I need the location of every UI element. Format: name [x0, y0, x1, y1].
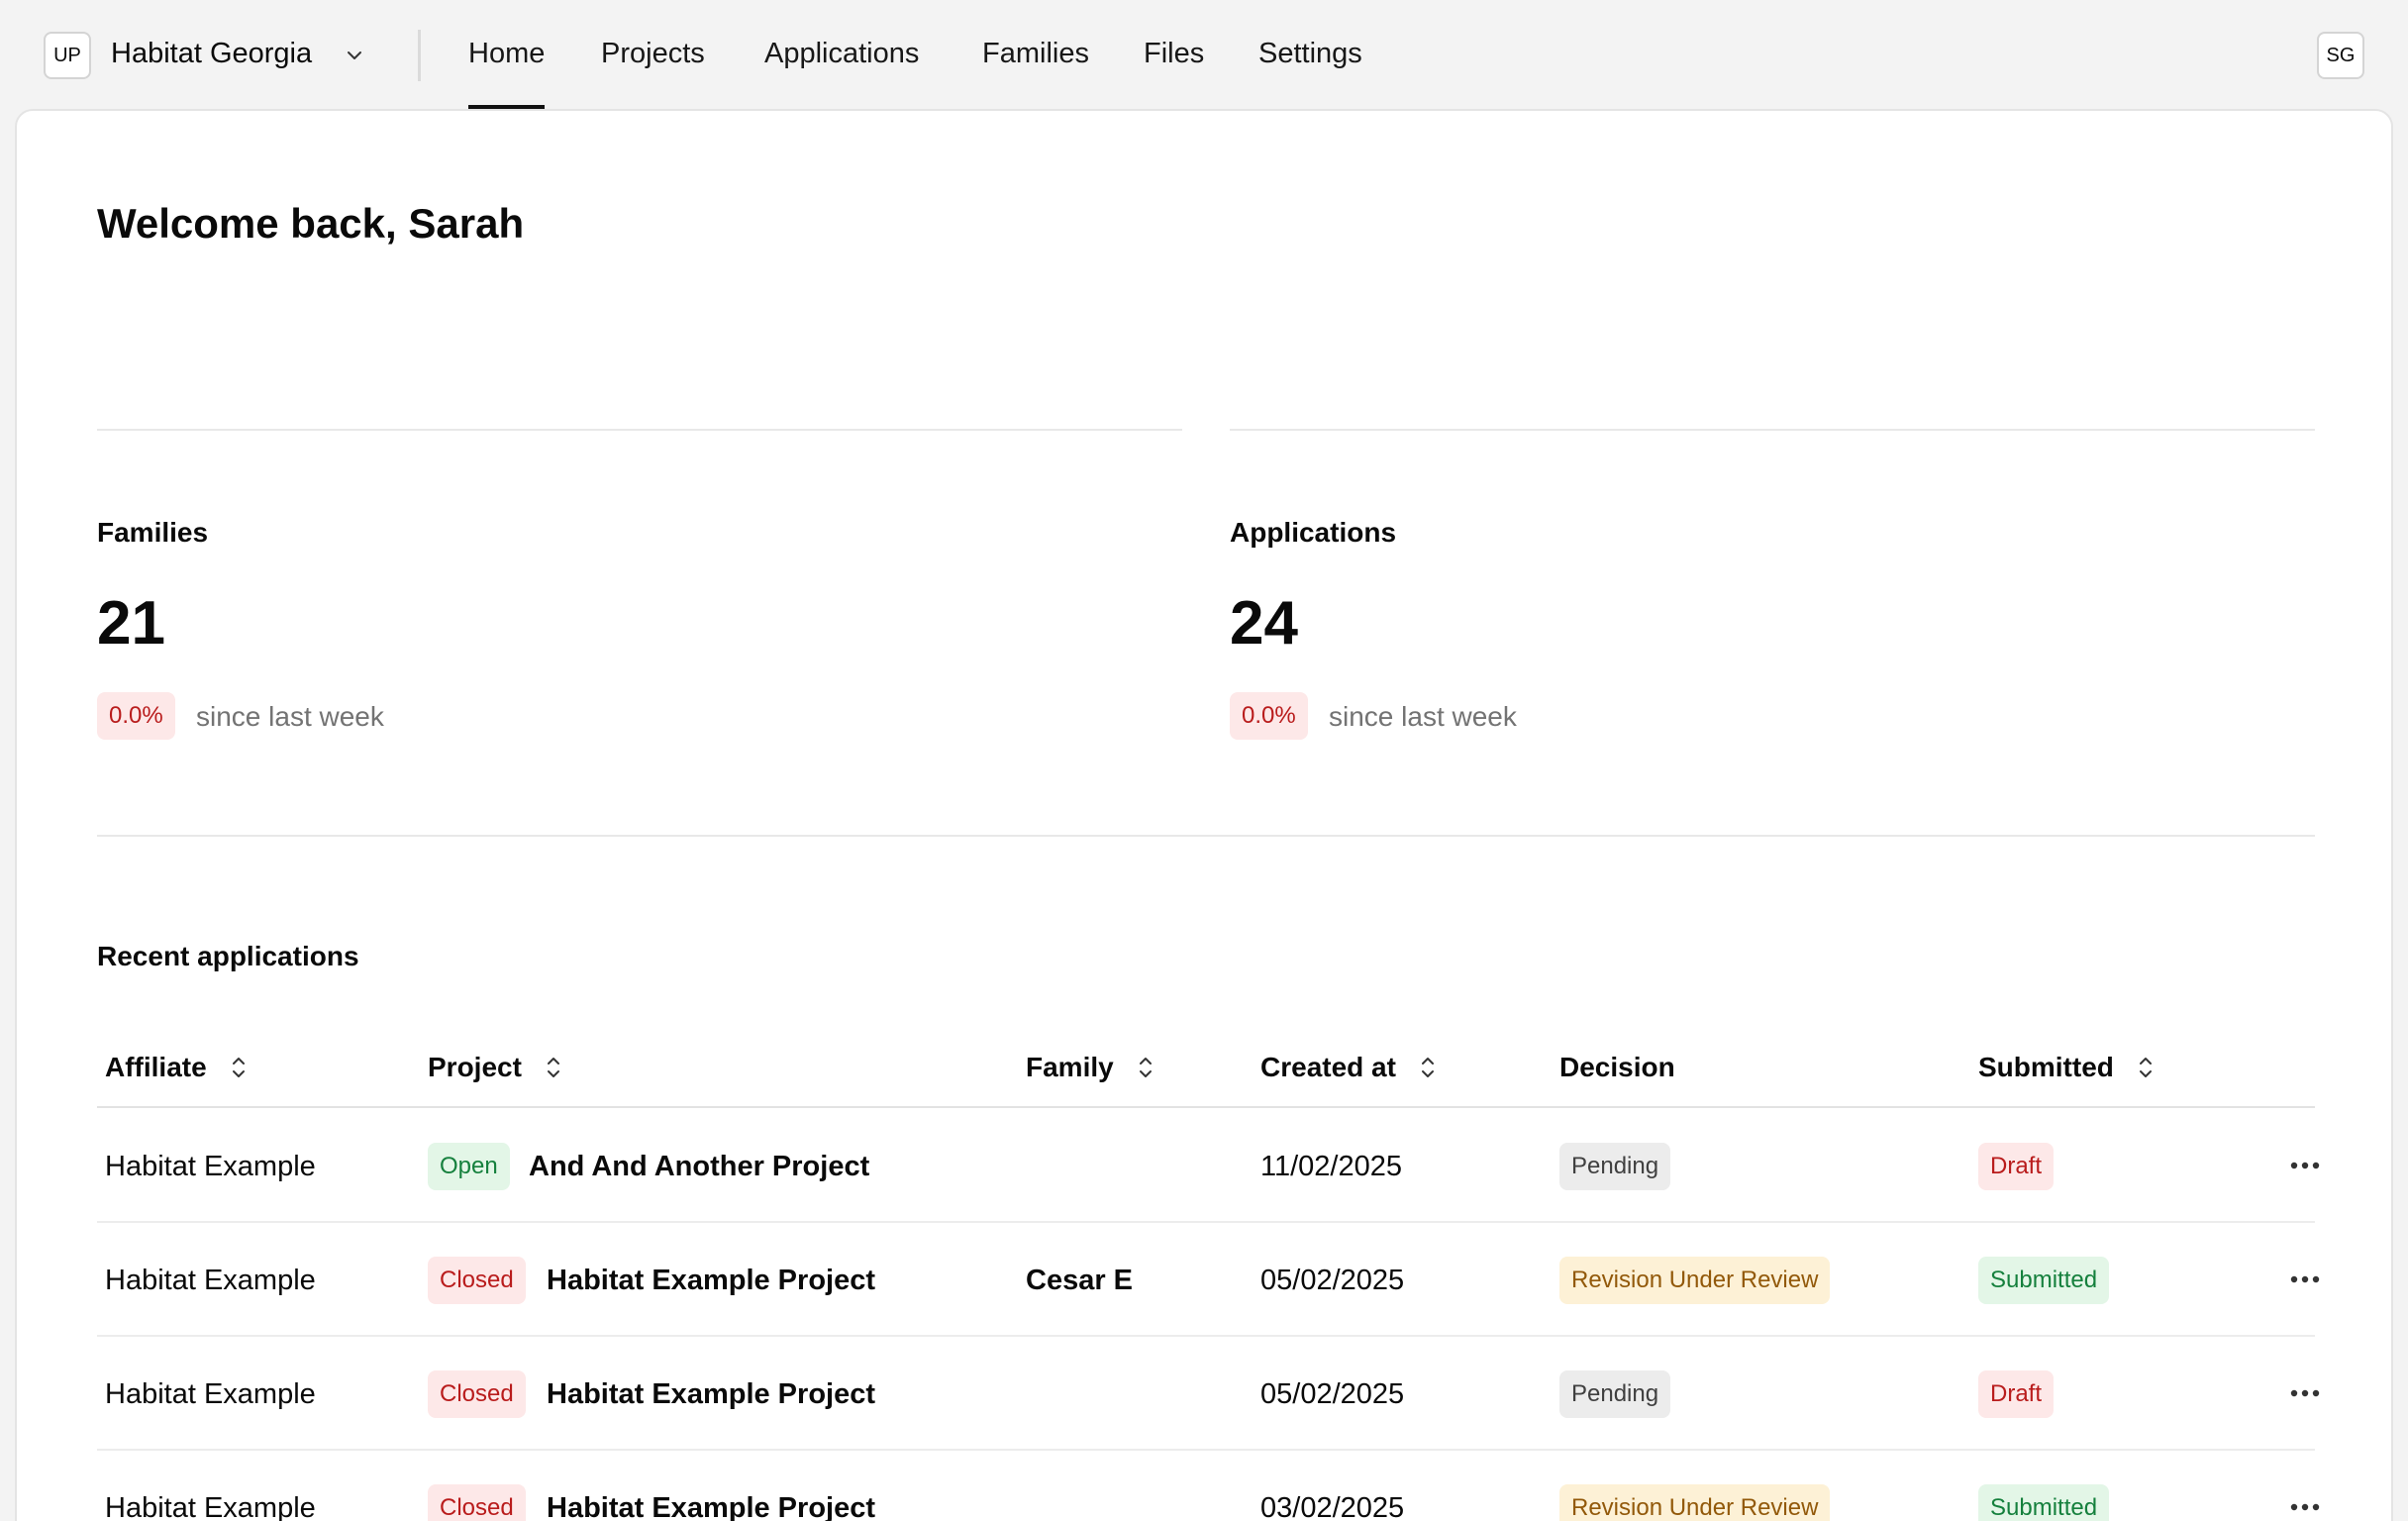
more-actions-icon[interactable] — [2288, 1490, 2322, 1521]
nav-home[interactable]: Home — [468, 38, 546, 109]
project-link[interactable]: Habitat Example Project — [547, 1265, 875, 1297]
nav-files[interactable]: Files — [1144, 38, 1204, 70]
table-row[interactable]: Habitat Example Closed Habitat Example Pro… — [97, 1223, 2320, 1337]
column-header-label: Project — [428, 1052, 522, 1082]
nav-applications[interactable]: Applications — [764, 38, 919, 70]
submitted-badge: Submitted — [1978, 1257, 2110, 1304]
column-header-affiliate[interactable]: Affiliate — [105, 1052, 249, 1083]
created-at-cell: 03/02/2025 — [1260, 1492, 1405, 1521]
column-header-label: Decision — [1559, 1052, 1675, 1082]
column-header-label: Family — [1026, 1052, 1114, 1082]
affiliate-cell: Habitat Example — [105, 1378, 316, 1410]
project-link[interactable]: Habitat Example Project — [547, 1378, 875, 1411]
table-header-divider — [97, 1106, 2315, 1108]
sort-icon[interactable] — [544, 1054, 563, 1081]
table-row[interactable]: Habitat Example Closed Habitat Example Pro… — [97, 1337, 2320, 1451]
column-header-decision: Decision — [1559, 1052, 1675, 1083]
created-at-cell: 05/02/2025 — [1260, 1265, 1405, 1296]
stat-families-caption: since last week — [196, 701, 384, 732]
project-link[interactable]: And And Another Project — [529, 1151, 869, 1183]
decision-badge: Pending — [1559, 1143, 1671, 1190]
divider — [97, 429, 1182, 431]
column-header-project[interactable]: Project — [428, 1052, 563, 1083]
nav-projects[interactable]: Projects — [601, 38, 705, 70]
affiliate-cell: Habitat Example — [105, 1151, 316, 1182]
submitted-badge: Draft — [1978, 1143, 2055, 1190]
table-row[interactable]: Habitat Example Open And And Another Proje… — [97, 1109, 2320, 1223]
column-header-label: Created at — [1260, 1052, 1396, 1082]
stat-families-value: 21 — [97, 589, 165, 658]
created-at-cell: 11/02/2025 — [1260, 1151, 1402, 1182]
decision-badge: Pending — [1559, 1370, 1671, 1418]
chevron-down-icon[interactable] — [343, 44, 366, 67]
sort-icon[interactable] — [1418, 1054, 1438, 1081]
more-actions-icon[interactable] — [2288, 1263, 2322, 1296]
submitted-badge: Draft — [1978, 1370, 2055, 1418]
org-switcher-label[interactable]: Habitat Georgia — [111, 38, 312, 70]
project-status-badge: Open — [428, 1143, 510, 1190]
stat-families-change-badge: 0.0% — [97, 692, 175, 740]
affiliate-cell: Habitat Example — [105, 1265, 316, 1296]
stat-applications-change-badge: 0.0% — [1230, 692, 1308, 740]
stat-families-label: Families — [97, 517, 209, 548]
stat-applications-caption: since last week — [1329, 701, 1517, 732]
recent-applications-title: Recent applications — [97, 941, 359, 971]
stat-applications-label: Applications — [1230, 517, 1397, 548]
table-row[interactable]: Habitat Example Closed Habitat Example Pro… — [97, 1451, 2320, 1521]
column-header-label: Affiliate — [105, 1052, 207, 1082]
top-bar: UP Habitat Georgia Home Projects Applica… — [0, 0, 2408, 109]
nav-settings[interactable]: Settings — [1258, 38, 1362, 70]
created-at-cell: 05/02/2025 — [1260, 1378, 1405, 1410]
header-divider — [418, 30, 421, 81]
project-status-badge: Closed — [428, 1484, 526, 1521]
sort-icon[interactable] — [1136, 1054, 1155, 1081]
family-cell: Cesar E — [1026, 1265, 1134, 1296]
column-header-label: Submitted — [1978, 1052, 2114, 1082]
divider — [97, 835, 2315, 837]
project-status-badge: Closed — [428, 1370, 526, 1418]
submitted-badge: Submitted — [1978, 1484, 2110, 1521]
column-header-submitted[interactable]: Submitted — [1978, 1052, 2156, 1083]
column-header-family[interactable]: Family — [1026, 1052, 1155, 1083]
decision-badge: Revision Under Review — [1559, 1257, 1831, 1304]
more-actions-icon[interactable] — [2288, 1149, 2322, 1182]
more-actions-icon[interactable] — [2288, 1376, 2322, 1410]
divider — [1230, 429, 2315, 431]
main-content-card: Welcome back, Sarah Families 21 0.0% sin… — [15, 109, 2393, 1521]
affiliate-cell: Habitat Example — [105, 1492, 316, 1521]
org-avatar[interactable]: UP — [44, 32, 91, 79]
project-link[interactable]: Habitat Example Project — [547, 1492, 875, 1521]
stat-applications-value: 24 — [1230, 589, 1298, 658]
project-status-badge: Closed — [428, 1257, 526, 1304]
nav-families[interactable]: Families — [982, 38, 1089, 70]
sort-icon[interactable] — [2136, 1054, 2156, 1081]
decision-badge: Revision Under Review — [1559, 1484, 1831, 1521]
user-avatar[interactable]: SG — [2317, 32, 2364, 79]
column-header-created-at[interactable]: Created at — [1260, 1052, 1438, 1083]
sort-icon[interactable] — [229, 1054, 249, 1081]
page-title: Welcome back, Sarah — [97, 200, 525, 247]
